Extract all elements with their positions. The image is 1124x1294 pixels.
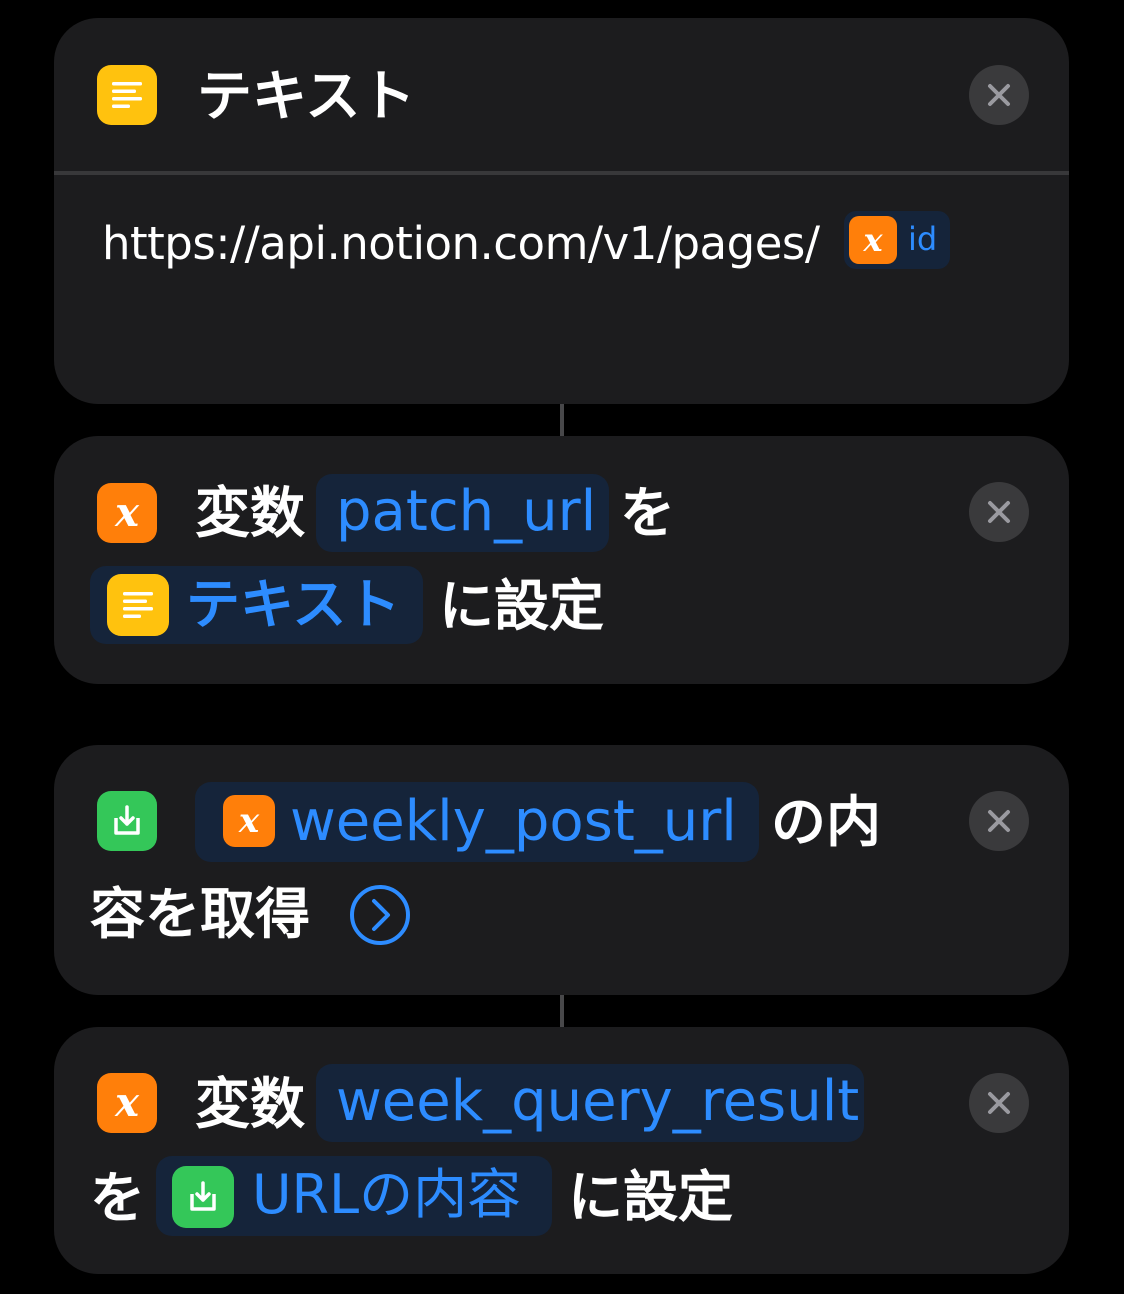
remove-action-button[interactable] — [969, 1073, 1029, 1133]
close-icon — [988, 810, 1010, 832]
variable-token-label: id — [908, 220, 938, 258]
text-value: https://api.notion.com/v1/pages/ — [102, 217, 820, 270]
variable-name-token[interactable]: week_query_result — [316, 1064, 864, 1142]
set-variable-card-week-query-result[interactable]: x 変数 week_query_result を URLの内容 に設定 — [54, 1027, 1069, 1274]
url-variable-token[interactable]: x weekly_post_url — [195, 782, 759, 862]
close-icon — [988, 1092, 1010, 1114]
action-title: テキスト — [197, 64, 416, 128]
text-lines-icon — [97, 65, 157, 125]
set-variable-label: 変数 — [195, 481, 306, 545]
value-token-url-contents[interactable]: URLの内容 — [156, 1156, 552, 1236]
variable-x-icon: x — [97, 1073, 157, 1133]
variable-x-icon: x — [849, 216, 897, 264]
close-icon — [988, 84, 1010, 106]
flow-connector — [560, 404, 564, 436]
set-suffix: に設定 — [439, 574, 605, 638]
variable-name: week_query_result — [336, 1069, 860, 1134]
download-tray-icon — [97, 791, 157, 851]
value-token-label: テキスト — [186, 573, 401, 636]
remove-action-button[interactable] — [969, 65, 1029, 125]
url-variable-name: weekly_post_url — [290, 789, 737, 854]
close-icon — [988, 501, 1010, 523]
flow-connector — [560, 995, 564, 1027]
variable-name-token[interactable]: patch_url — [316, 474, 609, 552]
get-url-contents-card[interactable]: x weekly_post_url の内 容を取得 — [54, 745, 1069, 995]
remove-action-button[interactable] — [969, 791, 1029, 851]
variable-name: patch_url — [336, 479, 597, 544]
value-token-text[interactable]: テキスト — [90, 566, 423, 644]
text-lines-icon — [107, 574, 169, 636]
text-action-card[interactable]: テキスト https://api.notion.com/v1/pages/ x … — [54, 18, 1069, 404]
set-variable-card-patch-url[interactable]: x 変数 patch_url を テキスト に設定 — [54, 436, 1069, 684]
variable-x-icon: x — [97, 483, 157, 543]
variable-token-id[interactable]: x id — [844, 211, 950, 269]
particle-wo: を — [90, 1166, 146, 1230]
text-field[interactable]: https://api.notion.com/v1/pages/ x id — [54, 175, 1069, 404]
remove-action-button[interactable] — [969, 482, 1029, 542]
get-contents-label-line1: の内 — [771, 790, 882, 854]
get-contents-label-line2: 容を取得 — [90, 882, 311, 946]
expand-options-button[interactable] — [349, 884, 411, 946]
particle-wo: を — [620, 481, 676, 545]
set-variable-label: 変数 — [195, 1072, 306, 1136]
download-tray-icon — [172, 1166, 234, 1228]
set-suffix: に設定 — [568, 1165, 734, 1229]
variable-x-icon: x — [223, 795, 275, 847]
value-token-label: URLの内容 — [252, 1163, 522, 1226]
chevron-right-circle-icon — [350, 885, 410, 945]
